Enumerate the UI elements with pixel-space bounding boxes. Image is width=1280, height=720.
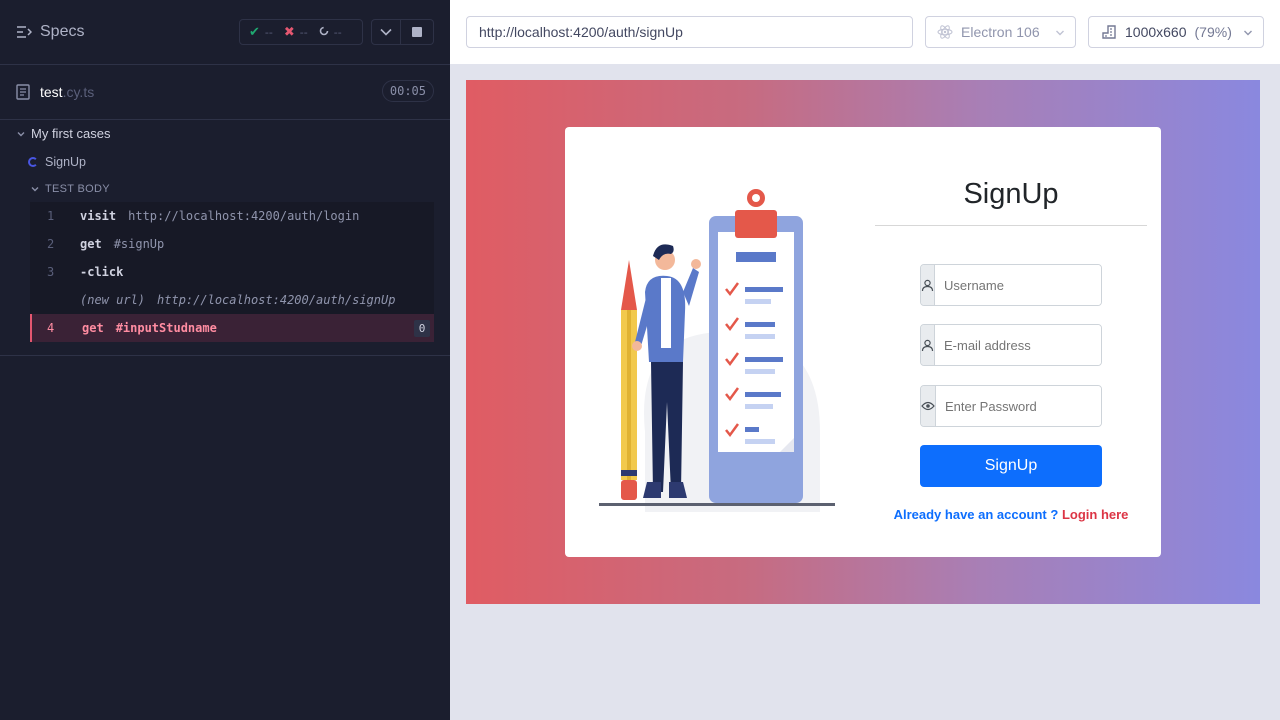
command-row-failed[interactable]: 4 get #inputStudname 0 [30, 314, 434, 342]
login-link[interactable]: Login here [1062, 507, 1128, 522]
form-title: SignUp [963, 178, 1059, 210]
signup-button[interactable]: SignUp [920, 445, 1102, 487]
username-input-group [920, 264, 1102, 306]
failed-icon: ✖ [283, 24, 295, 40]
command-name: -click [80, 265, 124, 279]
command-row[interactable]: 1 visit http://localhost:4200/auth/login [30, 202, 434, 230]
viewport-selector[interactable]: 1000x660 (79%) [1088, 16, 1264, 48]
password-input[interactable] [936, 386, 1101, 426]
command-log: 1 visit http://localhost:4200/auth/login… [30, 202, 434, 342]
command-row[interactable]: 3 -click [30, 258, 434, 286]
specs-list-icon[interactable] [16, 25, 32, 39]
reporter-header: Specs ✔ -- ✖ -- -- [0, 0, 450, 65]
document-icon [16, 84, 30, 100]
command-message: #inputStudname [115, 321, 217, 335]
command-name: get [82, 321, 104, 335]
login-prompt: Already have an account ? Login here [875, 507, 1147, 522]
element-count-badge: 0 [414, 320, 430, 337]
caret-down-icon [30, 184, 40, 194]
command-row-new-url[interactable]: (new url) http://localhost:4200/auth/sig… [30, 286, 434, 314]
viewport-scale: (79%) [1194, 24, 1232, 40]
user-icon [921, 265, 935, 305]
test-label: SignUp [45, 155, 86, 169]
chevron-down-icon [1056, 30, 1064, 36]
passed-count: -- [264, 25, 273, 39]
caret-down-icon [16, 129, 26, 139]
test-title[interactable]: SignUp [28, 155, 86, 169]
running-spinner-icon [28, 157, 38, 167]
username-input[interactable] [935, 265, 1101, 305]
suite-title[interactable]: My first cases [16, 126, 110, 141]
command-number: 1 [47, 209, 55, 223]
command-message: http://localhost:4200/auth/login [128, 209, 360, 223]
divider [0, 355, 450, 356]
pending-count: -- [333, 25, 342, 39]
electron-icon [937, 25, 953, 39]
ruler-icon [1102, 25, 1116, 39]
browser-selector[interactable]: Electron 106 [925, 16, 1076, 48]
spec-file-name: test [40, 84, 63, 100]
user-icon [921, 325, 935, 365]
test-body-label: TEST BODY [45, 183, 110, 195]
chevron-down-icon [1244, 30, 1252, 36]
command-message: http://localhost:4200/auth/signUp [157, 293, 396, 307]
spec-file-row[interactable]: test .cy.ts 00:05 [0, 65, 450, 120]
command-row[interactable]: 2 get #signUp [30, 230, 434, 258]
app-under-test-panel: http://localhost:4200/auth/signUp Electr… [450, 0, 1280, 720]
aut-header: http://localhost:4200/auth/signUp Electr… [450, 0, 1280, 64]
run-stats: ✔ -- ✖ -- -- [239, 19, 363, 45]
command-number: 2 [47, 237, 55, 251]
browser-name: Electron 106 [961, 24, 1040, 40]
stop-icon [412, 27, 422, 37]
chevron-down-icon [380, 28, 392, 36]
command-name: get [80, 237, 102, 251]
command-name: (new url) [80, 293, 146, 307]
app-iframe: SignUp SignUp [466, 80, 1260, 604]
test-body-header[interactable]: TEST BODY [30, 183, 110, 195]
email-input-group [920, 324, 1102, 366]
reporter-panel: Specs ✔ -- ✖ -- -- test .cy.ts 00:05 My … [0, 0, 450, 720]
title-divider [875, 225, 1147, 226]
command-number: 4 [47, 321, 55, 335]
url-field[interactable]: http://localhost:4200/auth/signUp [466, 16, 913, 48]
specs-title[interactable]: Specs [40, 23, 84, 41]
pending-icon [319, 25, 329, 40]
eye-icon[interactable] [921, 386, 936, 426]
email-input[interactable] [935, 325, 1101, 365]
passed-icon: ✔ [249, 24, 260, 40]
failed-count: -- [299, 25, 308, 39]
run-duration: 00:05 [381, 80, 434, 102]
password-input-group [920, 385, 1102, 427]
account-text: Already have an account ? [893, 507, 1059, 522]
signup-card: SignUp SignUp [565, 127, 1161, 557]
expand-toggle-button[interactable] [371, 19, 401, 45]
clipboard-illustration [599, 189, 835, 512]
command-name: visit [80, 209, 117, 223]
stop-button[interactable] [401, 19, 434, 45]
command-message: #signUp [113, 237, 165, 251]
spec-file-ext: .cy.ts [62, 84, 95, 100]
viewport-size: 1000x660 [1125, 24, 1187, 40]
suite-label: My first cases [31, 126, 111, 141]
command-number: 3 [47, 265, 55, 279]
